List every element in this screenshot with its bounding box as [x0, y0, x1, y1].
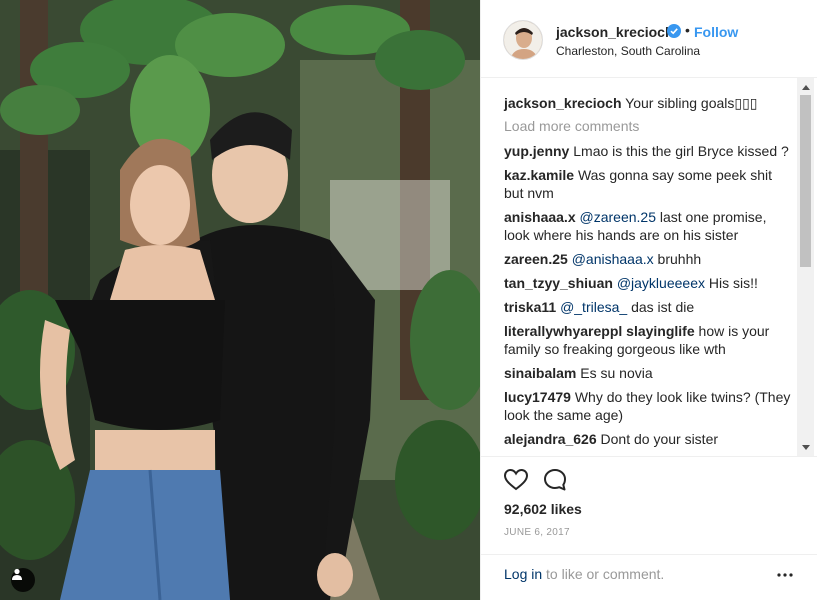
avatar-image — [504, 21, 542, 59]
instagram-post: jackson_krecioch • Follow Charleston, So… — [0, 0, 817, 600]
comments-section: jackson_krecioch Your sibling goals▯▯▯ L… — [481, 78, 817, 456]
login-prompt: Log in to like or comment. — [504, 566, 664, 582]
comment-text: Dont do your sister — [600, 431, 719, 447]
comment-item: tan_tzyy_shiuan @jayklueeeex His sis!! — [504, 274, 794, 292]
comment-username[interactable]: anishaaa.x — [504, 209, 576, 225]
comments-list: jackson_krecioch Your sibling goals▯▯▯ L… — [504, 94, 794, 454]
comment-username[interactable]: alejandra_626 — [504, 431, 597, 447]
comment-bubble-icon[interactable] — [542, 467, 568, 493]
comment-username[interactable]: triska11 — [504, 299, 556, 315]
caption-username[interactable]: jackson_krecioch — [504, 95, 622, 111]
comment-username[interactable]: yup.jenny — [504, 143, 569, 159]
comment-item: literallywhyareppl slayinglife how is yo… — [504, 322, 794, 358]
verified-badge-icon — [667, 24, 681, 38]
caption: jackson_krecioch Your sibling goals▯▯▯ — [504, 94, 794, 112]
heart-icon[interactable] — [503, 467, 529, 493]
scroll-up-arrow-icon[interactable] — [797, 78, 814, 95]
comment-username[interactable]: lucy17479 — [504, 389, 571, 405]
person-icon — [12, 568, 22, 580]
user-tag-icon[interactable] — [11, 568, 35, 592]
post-photo[interactable] — [0, 0, 480, 600]
comment-mention[interactable]: @jayklueeeex — [617, 275, 705, 291]
comment-username[interactable]: sinaibalam — [504, 365, 576, 381]
comment-item: zareen.25 @anishaaa.x bruhhh — [504, 250, 794, 268]
comment-text: bruhhh — [657, 251, 702, 267]
header-separator: • — [685, 22, 690, 38]
comment-text: Es su novia — [580, 365, 653, 381]
comment-item: yup.jenny Lmao is this the girl Bryce ki… — [504, 142, 794, 160]
comment-item: kaz.kamile Was gonna say some peek shit … — [504, 166, 794, 202]
comment-mention[interactable]: @zareen.25 — [580, 209, 656, 225]
comments-scrollbar[interactable] — [797, 78, 814, 456]
post-side-panel: jackson_krecioch • Follow Charleston, So… — [480, 0, 817, 600]
comment-username[interactable]: tan_tzyy_shiuan — [504, 275, 613, 291]
comment-username[interactable]: zareen.25 — [504, 251, 568, 267]
post-author-username[interactable]: jackson_krecioch — [556, 24, 674, 40]
caption-text: Your sibling goals▯▯▯ — [625, 95, 758, 111]
comment-item: lucy17479 Why do they look like twins? (… — [504, 388, 794, 424]
load-more-comments-button[interactable]: Load more comments — [504, 118, 794, 134]
post-location[interactable]: Charleston, South Carolina — [556, 44, 700, 58]
photo-illustration — [0, 0, 480, 600]
comment-text: Lmao is this the girl Bryce kissed ? — [573, 143, 789, 159]
login-link[interactable]: Log in — [504, 566, 542, 582]
comment-username[interactable]: kaz.kamile — [504, 167, 574, 183]
comment-text: His sis!! — [708, 275, 758, 291]
comment-item: sinaibalam Es su novia — [504, 364, 794, 382]
scroll-down-arrow-icon[interactable] — [797, 439, 814, 456]
comment-username[interactable]: literallywhyareppl slayinglife — [504, 323, 695, 339]
avatar[interactable] — [503, 20, 543, 60]
comment-mention[interactable]: @_trilesa_ — [560, 299, 627, 315]
post-footer: Log in to like or comment. — [481, 554, 817, 600]
follow-button[interactable]: Follow — [694, 24, 738, 40]
post-actions: 92,602 likes JUNE 6, 2017 — [481, 456, 817, 554]
more-options-icon[interactable] — [775, 565, 795, 585]
likes-count[interactable]: 92,602 likes — [504, 501, 582, 517]
comment-item: alejandra_626 Dont do your sister — [504, 430, 794, 448]
post-date: JUNE 6, 2017 — [504, 527, 570, 538]
comment-item: triska11 @_trilesa_ das ist die — [504, 298, 794, 316]
login-prompt-text: to like or comment. — [542, 566, 665, 582]
comment-item: anishaaa.x @zareen.25 last one promise, … — [504, 208, 794, 244]
post-header: jackson_krecioch • Follow Charleston, So… — [481, 0, 817, 78]
comment-text: das ist die — [631, 299, 695, 315]
comment-mention[interactable]: @anishaaa.x — [572, 251, 654, 267]
scrollbar-thumb[interactable] — [800, 95, 811, 267]
